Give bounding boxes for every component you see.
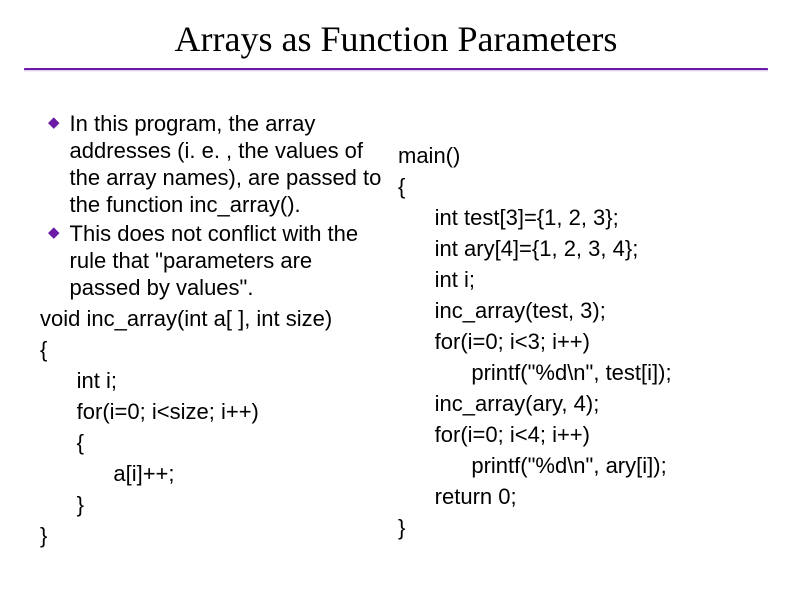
code-line: } <box>40 520 386 551</box>
bullet-text: In this program, the array addresses (i.… <box>70 110 386 218</box>
bullet-item: ◆ This does not conflict with the rule t… <box>46 220 386 301</box>
code-line: main() <box>398 140 758 171</box>
code-block-right: main() { int test[3]={1, 2, 3}; int ary[… <box>398 140 758 543</box>
code-block-left: void inc_array(int a[ ], int size) { int… <box>40 303 386 551</box>
bullet-text: This does not conflict with the rule tha… <box>70 220 386 301</box>
code-line: return 0; <box>398 481 758 512</box>
left-column: ◆ In this program, the array addresses (… <box>46 110 386 551</box>
code-line: void inc_array(int a[ ], int size) <box>40 303 386 334</box>
bullet-icon: ◆ <box>48 110 60 136</box>
code-line: { <box>40 334 386 365</box>
slide-title: Arrays as Function Parameters <box>0 18 792 60</box>
code-line: int test[3]={1, 2, 3}; <box>398 202 758 233</box>
code-line: printf("%d\n", test[i]); <box>398 357 758 388</box>
slide-body: ◆ In this program, the array addresses (… <box>46 110 768 612</box>
right-column: main() { int test[3]={1, 2, 3}; int ary[… <box>398 140 758 543</box>
code-line: inc_array(test, 3); <box>398 295 758 326</box>
code-line: { <box>40 427 386 458</box>
code-line: } <box>40 489 386 520</box>
code-line: } <box>398 512 758 543</box>
code-line: a[i]++; <box>40 458 386 489</box>
code-line: printf("%d\n", ary[i]); <box>398 450 758 481</box>
code-line: int ary[4]={1, 2, 3, 4}; <box>398 233 758 264</box>
code-line: { <box>398 171 758 202</box>
code-line: inc_array(ary, 4); <box>398 388 758 419</box>
code-line: for(i=0; i<3; i++) <box>398 326 758 357</box>
bullet-item: ◆ In this program, the array addresses (… <box>46 110 386 218</box>
slide: Arrays as Function Parameters ◆ In this … <box>0 18 792 612</box>
bullet-icon: ◆ <box>48 220 60 246</box>
code-line: for(i=0; i<4; i++) <box>398 419 758 450</box>
code-line: for(i=0; i<size; i++) <box>40 396 386 427</box>
title-underline <box>24 68 768 72</box>
code-line: int i; <box>40 365 386 396</box>
code-line: int i; <box>398 264 758 295</box>
